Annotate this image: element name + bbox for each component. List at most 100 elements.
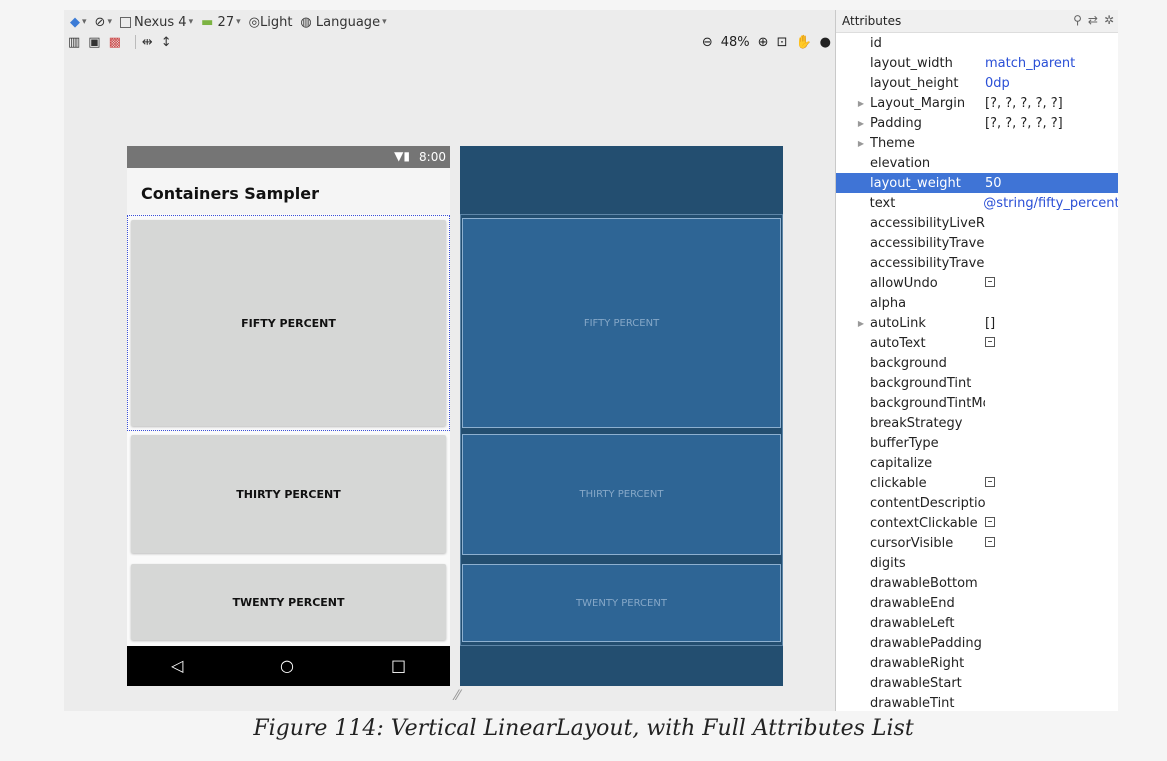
attribute-row[interactable]: contentDescription <box>836 493 1118 513</box>
attribute-row[interactable]: drawableLeft <box>836 613 1118 633</box>
attribute-row[interactable]: ▶ Padding [?, ?, ?, ?, ?] <box>836 113 1118 133</box>
recents-icon[interactable]: □ <box>391 656 406 675</box>
globe-icon: ◍ <box>300 14 312 30</box>
design-preview: ▼▮ 8:00 Containers Sampler FIFTY PERCENT… <box>127 146 450 686</box>
status-time: 8:00 <box>419 150 446 164</box>
attribute-row[interactable]: drawablePadding <box>836 633 1118 653</box>
attribute-row[interactable]: drawableEnd <box>836 593 1118 613</box>
expand-arrow-icon[interactable]: ▶ <box>836 139 870 148</box>
attribute-row[interactable]: bufferType <box>836 433 1118 453</box>
attribute-checkbox[interactable] <box>985 476 995 491</box>
attribute-row[interactable]: breakStrategy <box>836 413 1118 433</box>
attribute-row[interactable]: alpha <box>836 293 1118 313</box>
attribute-value[interactable]: match_parent <box>985 56 1075 71</box>
attribute-row[interactable]: allowUndo <box>836 273 1118 293</box>
status-bar: ▼▮ 8:00 <box>127 146 450 168</box>
blueprint-thirty-percent[interactable]: THIRTY PERCENT <box>462 434 781 555</box>
resize-handle-icon[interactable]: ⁄⁄ <box>455 688 460 704</box>
zoom-controls: ⊖ 48% ⊕ ⊡ ✋ ● <box>702 32 831 52</box>
attribute-name: Padding <box>870 115 922 131</box>
attribute-name: id <box>870 35 882 51</box>
attribute-checkbox[interactable] <box>985 516 995 531</box>
checkbox-icon[interactable] <box>985 276 995 287</box>
attribute-row[interactable]: drawableRight <box>836 653 1118 673</box>
horizontal-margin-icon[interactable]: ⇹ <box>142 35 153 50</box>
blueprint-fifty-percent[interactable]: FIFTY PERCENT <box>462 218 781 428</box>
attribute-value[interactable]: 50 <box>985 176 1002 191</box>
expand-arrow-icon[interactable]: ▶ <box>836 99 870 108</box>
attribute-row[interactable]: id <box>836 33 1118 53</box>
attribute-name: drawableEnd <box>870 595 955 611</box>
attribute-name: bufferType <box>870 435 939 451</box>
attribute-checkbox[interactable] <box>985 336 995 351</box>
attribute-row[interactable]: ▶ Theme <box>836 133 1118 153</box>
attribute-value[interactable]: [?, ?, ?, ?, ?] <box>985 116 1063 131</box>
attribute-row[interactable]: drawableStart <box>836 673 1118 693</box>
attribute-row[interactable]: layout_height 0dp <box>836 73 1118 93</box>
attribute-name: Theme <box>870 135 915 151</box>
attribute-row[interactable]: text @string/fifty_percent <box>836 193 1118 213</box>
toggle-view-icon[interactable]: ⇄ <box>1088 13 1098 27</box>
language-selector[interactable]: ◍ Language ▾ <box>300 15 386 30</box>
expand-arrow-icon[interactable]: ▶ <box>836 119 870 128</box>
attribute-row[interactable]: backgroundTintMo <box>836 393 1118 413</box>
checkbox-icon[interactable] <box>985 536 995 547</box>
attribute-row[interactable]: accessibilityLiveR <box>836 213 1118 233</box>
twenty-percent-button[interactable]: TWENTY PERCENT <box>131 564 446 640</box>
attribute-value[interactable]: 0dp <box>985 76 1010 91</box>
search-icon[interactable]: ⚲ <box>1073 13 1082 27</box>
attribute-row[interactable]: elevation <box>836 153 1118 173</box>
attribute-row[interactable]: layout_weight 50 <box>836 173 1118 193</box>
attribute-row[interactable]: clickable <box>836 473 1118 493</box>
fifty-percent-button[interactable]: FIFTY PERCENT <box>131 220 446 426</box>
attribute-value[interactable]: @string/fifty_percent <box>983 196 1118 211</box>
attribute-row[interactable]: capitalize <box>836 453 1118 473</box>
orientation-icon[interactable]: ⊘ ▾ <box>95 15 112 30</box>
attribute-row[interactable]: ▶ Layout_Margin [?, ?, ?, ?, ?] <box>836 93 1118 113</box>
checkbox-icon[interactable] <box>985 516 995 527</box>
blueprint-twenty-percent[interactable]: TWENTY PERCENT <box>462 564 781 642</box>
attribute-name: accessibilityTraver <box>870 255 985 271</box>
attribute-row[interactable]: background <box>836 353 1118 373</box>
attribute-row[interactable]: drawableTint <box>836 693 1118 711</box>
theme-icon: ◎ <box>248 14 260 30</box>
attribute-row[interactable]: accessibilityTraver <box>836 233 1118 253</box>
warning-icon[interactable]: ● <box>820 35 831 50</box>
device-selector[interactable]: Nexus 4 ▾ <box>119 15 193 30</box>
zoom-out-icon[interactable]: ⊖ <box>702 35 713 50</box>
layers-icon[interactable]: ◆ ▾ <box>70 15 87 30</box>
pan-icon[interactable]: ✋ <box>795 35 811 50</box>
attribute-name: backgroundTintMo <box>870 395 985 411</box>
vertical-margin-icon[interactable]: ↕ <box>161 35 172 50</box>
home-icon[interactable]: ○ <box>280 656 294 675</box>
attribute-value[interactable]: [] <box>985 316 995 331</box>
back-icon[interactable]: ◁ <box>171 656 183 675</box>
attribute-name: contextClickable <box>870 515 978 531</box>
thirty-percent-button[interactable]: THIRTY PERCENT <box>131 435 446 553</box>
attribute-name: backgroundTint <box>870 375 972 391</box>
attribute-checkbox[interactable] <box>985 276 995 291</box>
attribute-row[interactable]: cursorVisible <box>836 533 1118 553</box>
blueprint-view-icon[interactable]: ▩ <box>109 35 121 50</box>
zoom-fit-icon[interactable]: ⊡ <box>777 35 788 50</box>
api-selector[interactable]: ▬ 27 ▾ <box>201 15 241 30</box>
attribute-row[interactable]: layout_width match_parent <box>836 53 1118 73</box>
attribute-row[interactable]: backgroundTint <box>836 373 1118 393</box>
attribute-row[interactable]: ▶ autoLink [] <box>836 313 1118 333</box>
attribute-row[interactable]: accessibilityTraver <box>836 253 1118 273</box>
attribute-checkbox[interactable] <box>985 536 995 551</box>
checkbox-icon[interactable] <box>985 336 995 347</box>
attribute-row[interactable]: digits <box>836 553 1118 573</box>
attribute-row[interactable]: drawableBottom <box>836 573 1118 593</box>
design-view-icon[interactable]: ▣ <box>88 35 100 50</box>
attribute-row[interactable]: contextClickable <box>836 513 1118 533</box>
attribute-value[interactable]: [?, ?, ?, ?, ?] <box>985 96 1063 111</box>
attribute-name: accessibilityLiveR <box>870 215 985 231</box>
columns-icon[interactable]: ▥ <box>68 35 80 50</box>
gear-icon[interactable]: ✲ <box>1104 13 1114 27</box>
theme-selector[interactable]: ◎ Light <box>249 15 293 30</box>
expand-arrow-icon[interactable]: ▶ <box>836 319 870 328</box>
zoom-in-icon[interactable]: ⊕ <box>758 35 769 50</box>
checkbox-icon[interactable] <box>985 476 995 487</box>
attribute-row[interactable]: autoText <box>836 333 1118 353</box>
